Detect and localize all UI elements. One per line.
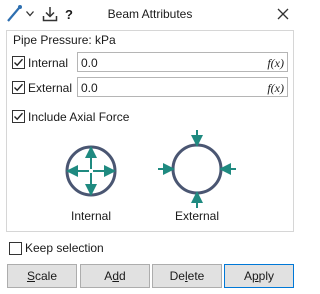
close-button[interactable] <box>272 3 294 25</box>
window-title: Beam Attributes <box>107 7 193 21</box>
close-icon <box>277 8 289 20</box>
keep-selection-label: Keep selection <box>25 241 104 255</box>
apply-button-accel: p <box>251 269 259 283</box>
internal-pressure-field[interactable]: 0.0 f(x) <box>77 52 288 72</box>
add-button-label-start: A <box>104 269 113 283</box>
title-bar: ? Beam Attributes <box>0 0 300 28</box>
axial-force-label: Include Axial Force <box>28 110 130 124</box>
group-title: Pipe Pressure: kPa <box>13 33 116 47</box>
external-checkbox[interactable] <box>12 81 25 94</box>
external-pressure-diagram <box>158 130 236 208</box>
internal-function-button[interactable]: f(x) <box>267 56 284 71</box>
external-label: External <box>28 81 73 95</box>
delete-button-label-start: De <box>169 269 185 283</box>
internal-checkbox[interactable] <box>12 56 25 69</box>
external-value: 0.0 <box>81 81 98 95</box>
internal-value: 0.0 <box>81 56 98 70</box>
external-function-button[interactable]: f(x) <box>267 81 284 96</box>
delete-button[interactable]: De l ete <box>152 264 222 288</box>
external-pressure-field[interactable]: 0.0 f(x) <box>77 77 288 97</box>
scale-button-accel: S <box>26 269 35 283</box>
add-button-accel: d <box>112 269 119 283</box>
external-diagram-label: External <box>174 209 220 223</box>
internal-diagram-label: Internal <box>70 209 112 223</box>
add-button-label-end: d <box>119 269 126 283</box>
add-button[interactable]: Add <box>80 264 150 288</box>
apply-button[interactable]: Ap ply <box>224 264 294 288</box>
apply-button-label-start: A <box>243 269 252 283</box>
scale-button-label: cale <box>35 269 58 283</box>
internal-pressure-diagram <box>65 145 117 197</box>
delete-button-label-end: ete <box>187 269 205 283</box>
scale-button[interactable]: Scale <box>7 264 77 288</box>
internal-label: Internal <box>28 56 69 70</box>
keep-selection-checkbox[interactable] <box>9 242 22 255</box>
apply-button-label-end: ply <box>258 269 275 283</box>
axial-force-checkbox[interactable] <box>12 110 25 123</box>
